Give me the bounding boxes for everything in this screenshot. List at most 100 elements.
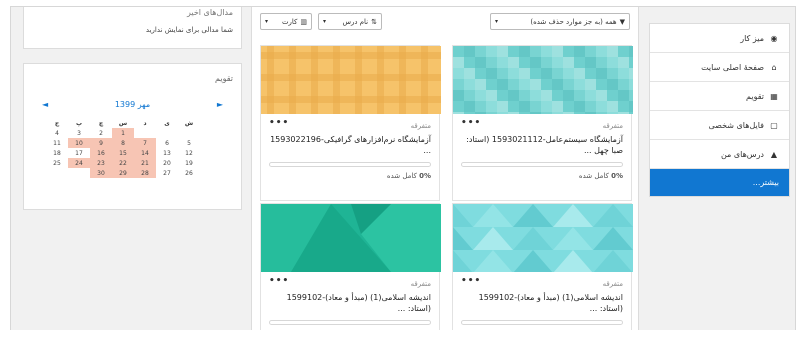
calendar-day[interactable]: 9	[90, 138, 112, 148]
calendar-day[interactable]: 19	[178, 158, 200, 168]
calendar-day[interactable]: 8	[112, 138, 134, 148]
sort-label: نام درس	[342, 17, 369, 26]
course-card-body: ••• متفرقه آزمایشگاه نرم‌افزارهای گرافیکی-…	[261, 114, 439, 200]
course-category: متفرقه	[602, 122, 623, 130]
nav-item-5[interactable]: بیشتر...	[650, 169, 789, 196]
course-category: متفرقه	[602, 280, 623, 288]
calendar-day[interactable]: 21	[134, 158, 156, 168]
previous-month-arrow-icon[interactable]: ◄	[42, 100, 48, 109]
nav-item-1[interactable]: ⌂ صفحهٔ اصلی سایت	[650, 53, 789, 82]
calendar-day	[178, 128, 200, 138]
calendar-day[interactable]: 18	[46, 148, 68, 158]
calendar-week-row: 19 20 21 22 23 24 25	[46, 158, 200, 168]
course-image[interactable]	[261, 204, 441, 272]
bottom-margin	[0, 330, 806, 345]
calendar-day[interactable]: 30	[90, 168, 112, 178]
course-image[interactable]	[453, 46, 640, 123]
nav-item-3[interactable]: ▢ فایل‌های شخصی	[650, 111, 789, 140]
calendar-day[interactable]: 12	[178, 148, 200, 158]
nav-item-4[interactable]: ▲ درس‌های من	[650, 140, 789, 169]
course-category: متفرقه	[410, 122, 431, 130]
course-card[interactable]: ••• متفرقه آزمایشگاه نرم‌افزارهای گرافیکی-…	[260, 45, 441, 201]
calendar-day[interactable]: 3	[68, 128, 90, 138]
calendar-day[interactable]: 24	[68, 158, 90, 168]
calendar-day	[68, 168, 90, 178]
nav-item-label: درس‌های من	[720, 149, 764, 159]
course-name-link[interactable]: اندیشه اسلامی(1) (مبدأ و معاد)-1599102 (…	[461, 292, 623, 314]
calendar-day[interactable]: 15	[112, 148, 134, 158]
file-icon: ▢	[770, 120, 778, 130]
course-progress-percent: 0%	[611, 172, 623, 180]
calendar-day[interactable]: 22	[112, 158, 134, 168]
course-category: متفرقه	[410, 280, 431, 288]
course-progress-percent: 0%	[419, 172, 431, 180]
course-name-link[interactable]: آزمایشگاه نرم‌افزارهای گرافیکی-159302219…	[269, 134, 431, 156]
course-name-link[interactable]: آزمایشگاه سیستم‌عامل-1593021112 (استاد: …	[461, 134, 623, 156]
calendar-day[interactable]: 2	[90, 128, 112, 138]
more-options-icon[interactable]: •••	[269, 276, 289, 286]
calendar-day[interactable]: 29	[112, 168, 134, 178]
calendar-day[interactable]: 10	[68, 138, 90, 148]
status-filter-label: همه (به جز موارد حذف شده)	[530, 17, 617, 26]
calendar-day[interactable]: 27	[156, 168, 178, 178]
nav-item-label: صفحهٔ اصلی سایت	[701, 62, 764, 72]
calendar-day	[156, 128, 178, 138]
calendar-day[interactable]: 5	[178, 138, 200, 148]
nav-item-0[interactable]: ◉ میز کار	[650, 24, 789, 53]
course-image[interactable]	[433, 204, 673, 273]
chevron-down-icon: ▾	[495, 18, 499, 25]
course-progress-bar	[461, 162, 623, 167]
course-card[interactable]: ••• متفرقه آزمایشگاه سیستم‌عامل-1593021112…	[452, 45, 640, 201]
more-options-icon[interactable]: •••	[269, 118, 289, 128]
calendar-icon: ▦	[770, 91, 778, 101]
course-progress-suffix: کامل شده	[578, 172, 612, 180]
course-card-body: ••• متفرقه آزمایشگاه سیستم‌عامل-1593021112…	[453, 114, 631, 200]
calendar-weekday: ج	[54, 119, 60, 127]
chevron-down-icon: ▾	[265, 18, 269, 25]
calendar-day[interactable]: 7	[134, 138, 156, 148]
view-dropdown[interactable]: ▥ کارت ▾	[260, 13, 312, 30]
course-progress-bar	[269, 162, 431, 167]
calendar-day[interactable]: 26	[178, 168, 200, 178]
calendar-month-nav: ◄ مهر 1399 ►	[42, 98, 223, 110]
calendar-day[interactable]: 28	[134, 168, 156, 178]
next-month-arrow-icon[interactable]: ►	[217, 100, 223, 109]
status-filter-dropdown[interactable]: ▼ همه (به جز موارد حذف شده) ▾	[490, 13, 630, 30]
calendar-day[interactable]: 23	[90, 158, 112, 168]
more-options-icon[interactable]: •••	[461, 118, 481, 128]
calendar-week-row: 26 27 28 29 30	[46, 168, 200, 178]
calendar-day[interactable]: 25	[46, 158, 68, 168]
course-image[interactable]	[261, 46, 441, 114]
home-icon: ⌂	[771, 62, 777, 72]
nav-item-2[interactable]: ▦ تقویم	[650, 82, 789, 111]
calendar-weekday: ش	[184, 119, 194, 127]
filter-icon: ▼	[619, 17, 625, 26]
calendar-weekday: چ	[98, 119, 104, 127]
calendar-day[interactable]: 1	[112, 128, 134, 138]
course-progress-suffix: کامل شده	[386, 172, 420, 180]
view-label: کارت	[281, 17, 298, 26]
calendar-day	[46, 168, 68, 178]
dashboard-icon: ◉	[770, 33, 778, 43]
course-progress-text: 0% کامل شده	[387, 172, 431, 180]
calendar-day[interactable]: 14	[134, 148, 156, 158]
calendar-day[interactable]: 17	[68, 148, 90, 158]
badges-empty-message: شما مدالی برای نمایش ندارید	[145, 26, 233, 34]
course-name-link[interactable]: اندیشه اسلامی(1) (مبدأ و معاد)-1599102 (…	[269, 292, 431, 314]
sort-icon: ⇅	[371, 17, 377, 26]
calendar-day[interactable]: 16	[90, 148, 112, 158]
course-card[interactable]: ••• متفرقه اندیشه اسلامی(1) (مبدأ و معاد)-…	[433, 203, 673, 335]
calendar-week-row: 1234	[46, 128, 200, 138]
more-options-icon[interactable]: •••	[461, 276, 481, 286]
calendar-grid: ش ی د س چ پ ج 1 2 3 4 5 6 7 8 9 10 11 12 13 14 15 16 17 18 19 20 21…	[46, 118, 200, 178]
calendar-month-label[interactable]: مهر 1399	[115, 100, 150, 109]
sort-dropdown[interactable]: ⇅ نام درس ▾	[318, 13, 382, 30]
course-card[interactable]: ••• متفرقه اندیشه اسلامی(1) (مبدأ و معاد)-…	[260, 203, 441, 335]
calendar-day[interactable]: 20	[156, 158, 178, 168]
calendar-day[interactable]: 13	[156, 148, 178, 158]
course-overview: ▼ همه (به جز موارد حذف شده) ▾ ⇅ نام درس …	[251, 7, 673, 335]
calendar-day[interactable]: 6	[156, 138, 178, 148]
calendar-day[interactable]: 4	[46, 128, 68, 138]
calendar-day[interactable]: 11	[46, 138, 68, 148]
calendar-weekday: د	[143, 119, 147, 127]
